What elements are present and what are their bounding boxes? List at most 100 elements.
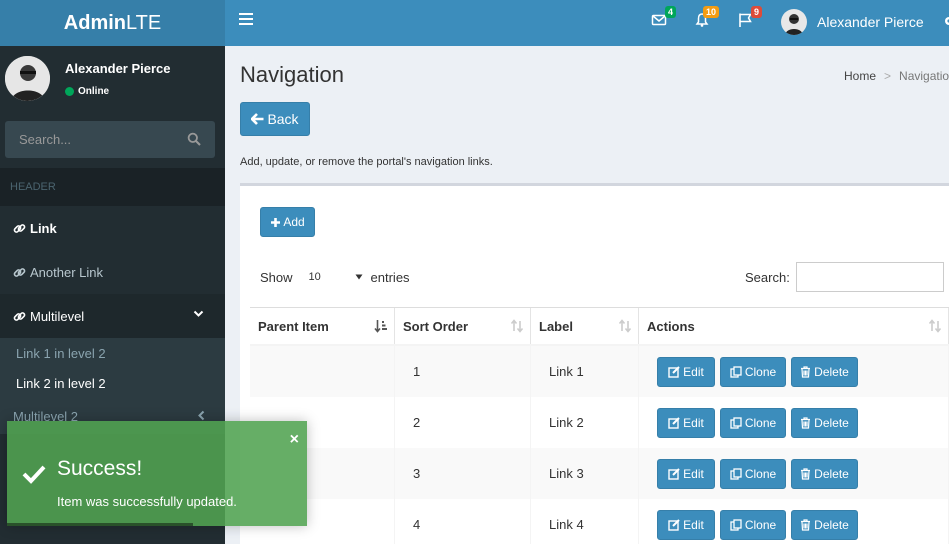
column-header-parent-item[interactable]: Parent Item <box>250 308 395 344</box>
add-button-label: Add <box>283 215 305 229</box>
trash-icon <box>801 416 811 429</box>
cell-actions: Edit Clone Delete <box>639 346 949 397</box>
delete-button[interactable]: Delete <box>791 458 858 489</box>
brand-logo[interactable]: Admin LTE <box>0 0 225 46</box>
page-title: Navigation <box>240 62 344 87</box>
copy-icon <box>730 365 742 378</box>
messages-menu[interactable]: 4 <box>651 6 676 34</box>
edit-label: Edit <box>683 466 704 481</box>
cell-sort-order: 4 <box>395 499 531 544</box>
clone-button[interactable]: Clone <box>720 509 786 540</box>
plus-icon <box>271 217 281 227</box>
column-header-actions[interactable]: Actions <box>639 308 949 344</box>
edit-label: Edit <box>683 517 704 532</box>
column-header-sort-order[interactable]: Sort Order <box>395 308 531 344</box>
cell-parent-item <box>250 346 395 397</box>
clone-button[interactable]: Clone <box>720 407 786 438</box>
sidebar-item-another-link[interactable]: Another Link <box>0 250 225 294</box>
delete-label: Delete <box>814 364 849 379</box>
page-size-select[interactable]: 10 <box>305 265 365 289</box>
search-icon[interactable] <box>187 132 201 146</box>
toast-message: Item was successfully updated. <box>57 494 237 509</box>
gear-icon[interactable] <box>943 14 949 28</box>
sidebar-item-label: Link <box>30 220 57 236</box>
delete-button[interactable]: Delete <box>791 356 858 387</box>
copy-icon <box>730 518 742 531</box>
delete-button[interactable]: Delete <box>791 509 858 540</box>
edit-button[interactable]: Edit <box>657 407 715 438</box>
add-button[interactable]: Add <box>260 207 315 237</box>
clone-label: Clone <box>744 466 777 481</box>
sidebar-toggle-icon[interactable] <box>239 13 253 27</box>
breadcrumb-home[interactable]: Home <box>844 69 876 83</box>
edit-label: Edit <box>683 415 704 430</box>
sidebar-header: HEADER <box>0 168 225 206</box>
page-size-value: 10 <box>308 271 321 283</box>
status-label: Online <box>78 86 110 97</box>
entries-label: entries <box>370 269 410 285</box>
column-label: Sort Order <box>403 318 469 334</box>
search-input[interactable] <box>5 121 215 158</box>
cell-label: Link 1 <box>531 346 639 397</box>
column-label: Actions <box>647 318 695 334</box>
status-badge: Online <box>65 86 109 97</box>
user-menu[interactable]: Alexander Pierce <box>781 9 924 35</box>
edit-icon <box>668 416 680 429</box>
table-row: 2 Link 2 Edit Clone Delete <box>250 397 949 448</box>
delete-label: Delete <box>814 415 849 430</box>
copy-icon <box>730 416 742 429</box>
trash-icon <box>801 365 811 378</box>
column-header-label[interactable]: Label <box>531 308 639 344</box>
tasks-menu[interactable]: 9 <box>737 6 762 34</box>
table-header: Parent Item Sort Order Label Actions <box>250 308 949 346</box>
sidebar-user-name: Alexander Pierce <box>65 61 171 76</box>
clone-label: Clone <box>744 415 777 430</box>
delete-label: Delete <box>814 517 849 532</box>
table-row: 4 Link 4 Edit Clone Delete <box>250 499 949 544</box>
sidebar-item-link[interactable]: Link <box>0 206 225 250</box>
close-icon[interactable]: × <box>290 431 299 449</box>
cell-label: Link 3 <box>531 448 639 499</box>
cell-sort-order: 2 <box>395 397 531 448</box>
breadcrumb-separator: > <box>884 69 892 83</box>
link-icon <box>13 223 26 233</box>
sidebar-item-multilevel[interactable]: Multilevel <box>0 294 225 338</box>
cell-actions: Edit Clone Delete <box>639 499 949 544</box>
clone-label: Clone <box>744 517 777 532</box>
sidebar-item-label: Another Link <box>30 264 103 280</box>
table-row: 1 Link 1 Edit Clone Delete <box>250 346 949 397</box>
cell-sort-order: 3 <box>395 448 531 499</box>
notifications-menu[interactable]: 10 <box>694 6 719 34</box>
success-toast[interactable]: × Success! Item was successfully updated… <box>7 421 307 526</box>
messages-badge: 4 <box>664 6 676 18</box>
back-button[interactable]: Back <box>240 102 310 136</box>
cell-actions: Edit Clone Delete <box>639 397 949 448</box>
multilevel-submenu: Link 1 in level 2 Link 2 in level 2 Mult… <box>0 338 225 434</box>
clone-button[interactable]: Clone <box>720 356 786 387</box>
sort-ascending-icon <box>374 320 387 333</box>
cell-actions: Edit Clone Delete <box>639 448 949 499</box>
toast-progress-bar <box>7 523 193 526</box>
table-search-input[interactable] <box>795 262 944 292</box>
edit-button[interactable]: Edit <box>657 356 715 387</box>
navigation-table: Parent Item Sort Order Label Actions 1 L… <box>250 307 949 544</box>
clone-label: Clone <box>744 364 777 379</box>
brand-bold: Admin <box>63 11 126 34</box>
trash-icon <box>801 467 811 480</box>
page-description: Add, update, or remove the portal's navi… <box>240 156 493 168</box>
tasks-badge: 9 <box>750 6 762 18</box>
toast-title: Success! <box>57 457 143 480</box>
sidebar-search <box>5 121 215 158</box>
clone-button[interactable]: Clone <box>720 458 786 489</box>
online-dot-icon <box>65 87 74 96</box>
edit-label: Edit <box>683 364 704 379</box>
column-label: Parent Item <box>258 318 329 334</box>
edit-button[interactable]: Edit <box>657 458 715 489</box>
delete-button[interactable]: Delete <box>791 407 858 438</box>
submenu-item-link-1[interactable]: Link 1 in level 2 <box>0 338 225 368</box>
edit-button[interactable]: Edit <box>657 509 715 540</box>
navigation-box: Add Show 10 entries Search: Parent Item … <box>240 183 949 544</box>
submenu-item-link-2[interactable]: Link 2 in level 2 <box>0 368 225 398</box>
navbar-user-name: Alexander Pierce <box>817 14 924 30</box>
column-label: Label <box>539 318 573 334</box>
